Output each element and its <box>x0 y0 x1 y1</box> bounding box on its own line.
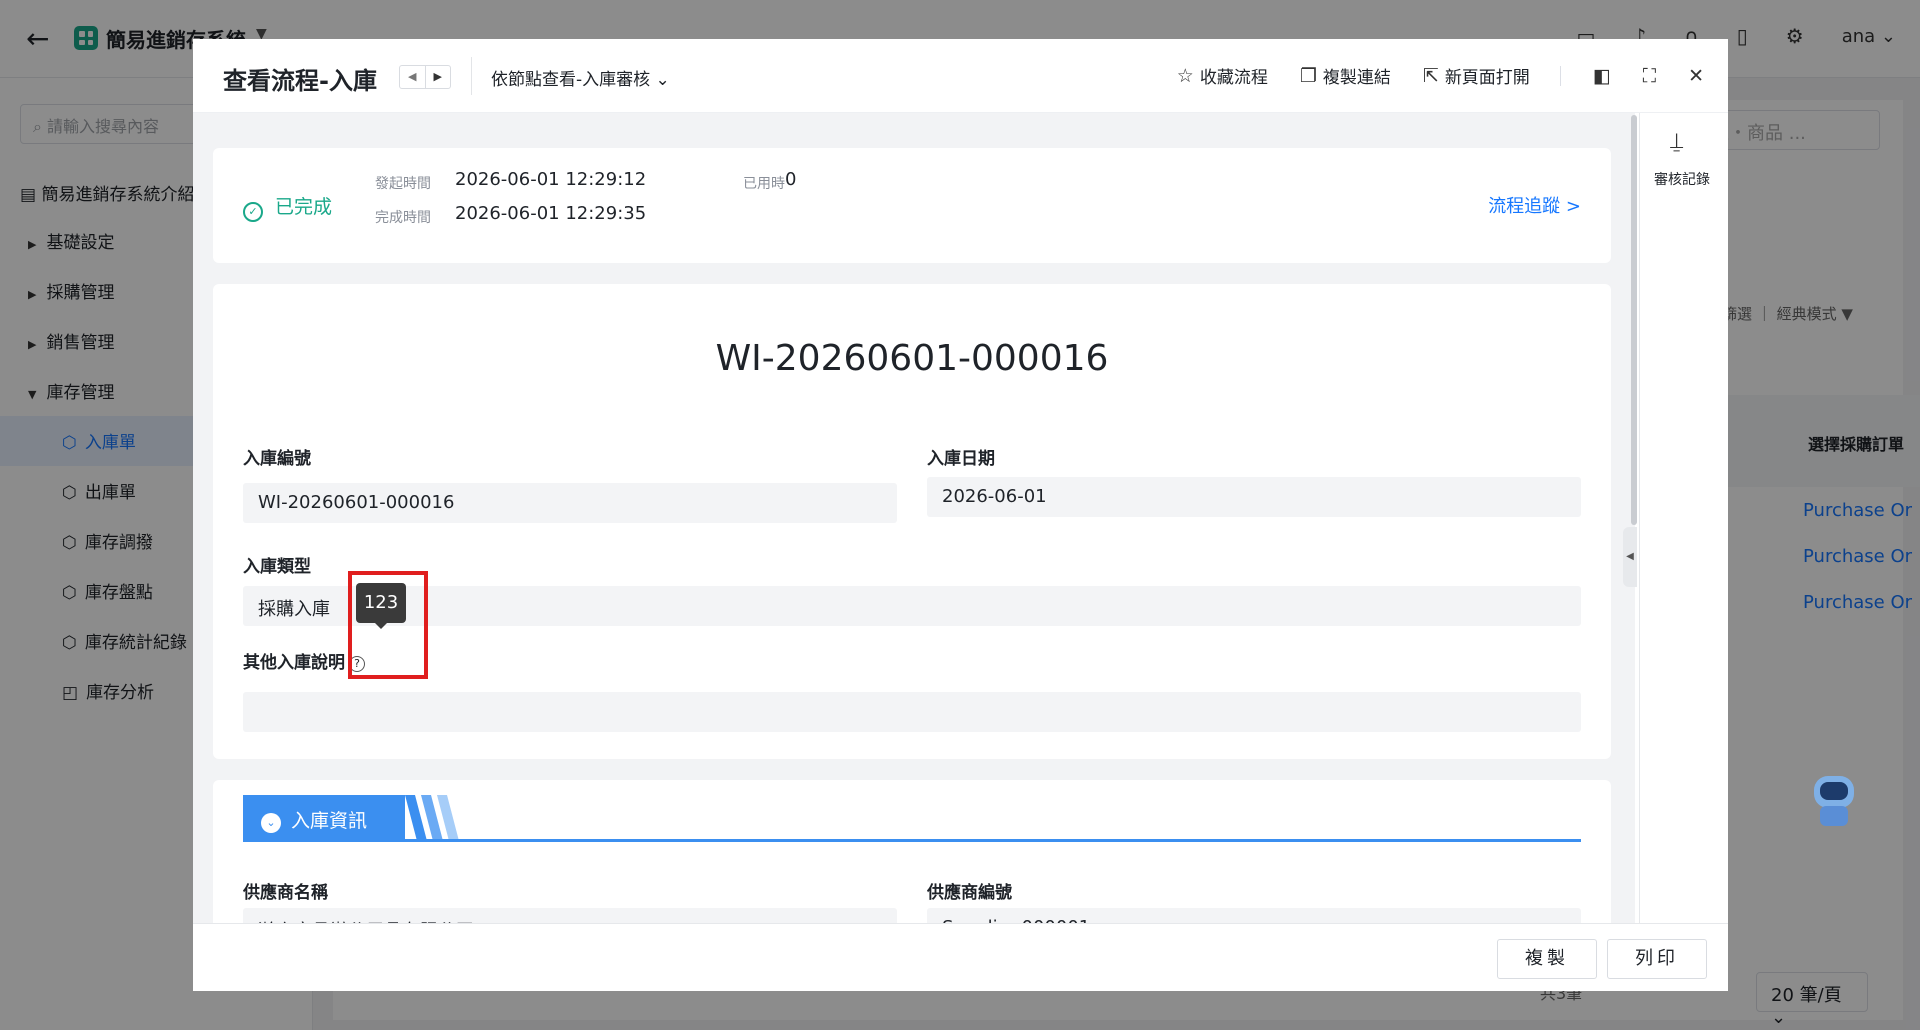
highlight-box <box>348 571 428 679</box>
check-circle-icon: ✓ <box>243 202 263 222</box>
status-text: 已完成 <box>275 196 333 218</box>
modal-actions: ☆ 收藏流程 ❐ 複製連結 ⇱ 新頁面打開 ◧ ⛶ ✕ <box>1145 63 1704 89</box>
actions-divider <box>1559 65 1561 86</box>
stamp-icon[interactable]: ⍊ <box>1670 129 1683 154</box>
record-nav: ◀ ▶ <box>399 65 451 89</box>
header-divider <box>471 57 472 95</box>
supplier-no-field[interactable]: Supplier-000001 <box>927 908 1581 923</box>
modal-footer: 複製 列印 <box>193 923 1728 991</box>
open-new-page-button[interactable]: ⇱ 新頁面打開 <box>1422 63 1530 89</box>
side-panel-icon[interactable]: ◧ <box>1593 65 1611 87</box>
audit-record-tab[interactable]: 審核記錄 <box>1654 169 1710 189</box>
copy-icon: ❐ <box>1299 64 1317 87</box>
robot-body <box>1820 806 1848 826</box>
document-title: WI-20260601-000016 <box>715 338 1109 379</box>
receipt-no-field[interactable]: WI-20260601-000016 <box>243 483 897 523</box>
supplier-name-label: 供應商名稱 <box>243 883 328 903</box>
start-time-value: 2026-06-01 12:29:12 <box>455 169 647 190</box>
section-title: 入庫資訊 <box>291 810 368 832</box>
other-desc-field[interactable] <box>243 692 1581 732</box>
fullscreen-icon[interactable]: ⛶ <box>1643 65 1656 87</box>
modal-scrollbar[interactable] <box>1631 115 1637 525</box>
collapse-panel-icon[interactable]: ◀ <box>1623 527 1637 587</box>
print-button[interactable]: 列印 <box>1607 939 1707 979</box>
end-time-value: 2026-06-01 12:29:35 <box>455 203 647 224</box>
view-selector[interactable]: 依節點查看-入庫審核 ⌄ <box>491 65 670 90</box>
receipt-no-label: 入庫編號 <box>243 449 311 469</box>
end-time-label: 完成時間 <box>375 210 431 226</box>
other-desc-label: 其他入庫說明? <box>243 648 365 673</box>
receipt-date-label: 入庫日期 <box>927 449 995 469</box>
next-record-icon[interactable]: ▶ <box>424 66 451 88</box>
copy-link-button[interactable]: ❐ 複製連結 <box>1299 63 1391 89</box>
modal-body: ✓ 已完成 發起時間 2026-06-01 12:29:12 完成時間 2026-… <box>193 113 1635 923</box>
process-trace-link[interactable]: 流程追蹤 > <box>1488 192 1581 218</box>
prev-record-icon[interactable]: ◀ <box>400 66 425 88</box>
receipt-type-field[interactable]: 採購入庫 <box>243 586 1581 626</box>
chevron-circle-icon: ⌄ <box>261 813 281 833</box>
receipt-type-label: 入庫類型 <box>243 557 311 577</box>
section-header[interactable]: ⌄ 入庫資訊 <box>243 795 405 841</box>
receipt-info-section: ⌄ 入庫資訊 供應商名稱 瀚宇文具辦公用品有限公司 供應商編號 Supplier-… <box>213 780 1611 923</box>
external-link-icon: ⇱ <box>1422 64 1439 87</box>
receipt-date-field[interactable]: 2026-06-01 <box>927 477 1581 517</box>
elapsed-value: 0 <box>785 169 797 190</box>
modal-header: 查看流程-入庫 ◀ ▶ 依節點查看-入庫審核 ⌄ ☆ 收藏流程 ❐ 複製連結 ⇱ 新頁… <box>193 39 1728 113</box>
view-selector-label: 依節點查看-入庫審核 <box>491 70 651 90</box>
star-icon: ☆ <box>1176 64 1194 87</box>
audit-side-panel: ⍊ 審核記錄 <box>1639 113 1728 923</box>
form-card: WI-20260601-000016 入庫編號 WI-20260601-0000… <box>213 284 1611 759</box>
open-new-label: 新頁面打開 <box>1444 68 1530 88</box>
section-stripes-decoration <box>405 795 459 841</box>
copy-link-label: 複製連結 <box>1322 68 1391 88</box>
modal-title: 查看流程-入庫 <box>223 67 377 95</box>
close-icon[interactable]: ✕ <box>1688 65 1704 87</box>
start-time-label: 發起時間 <box>375 176 431 192</box>
favorite-button[interactable]: ☆ 收藏流程 <box>1176 63 1268 89</box>
other-desc-label-text: 其他入庫說明 <box>243 653 345 673</box>
robot-face <box>1820 782 1848 800</box>
assistant-robot-icon[interactable] <box>1810 770 1858 830</box>
favorite-label: 收藏流程 <box>1199 68 1268 88</box>
supplier-name-field[interactable]: 瀚宇文具辦公用品有限公司 <box>243 908 897 923</box>
status-card: ✓ 已完成 發起時間 2026-06-01 12:29:12 完成時間 2026-… <box>213 148 1611 263</box>
section-underline <box>243 839 1581 842</box>
elapsed-label: 已用時 <box>743 176 785 192</box>
copy-button[interactable]: 複製 <box>1497 939 1597 979</box>
process-view-modal: 查看流程-入庫 ◀ ▶ 依節點查看-入庫審核 ⌄ ☆ 收藏流程 ❐ 複製連結 ⇱ 新頁… <box>193 39 1728 991</box>
supplier-no-label: 供應商編號 <box>927 883 1012 903</box>
status-badge: ✓ 已完成 <box>243 192 332 222</box>
